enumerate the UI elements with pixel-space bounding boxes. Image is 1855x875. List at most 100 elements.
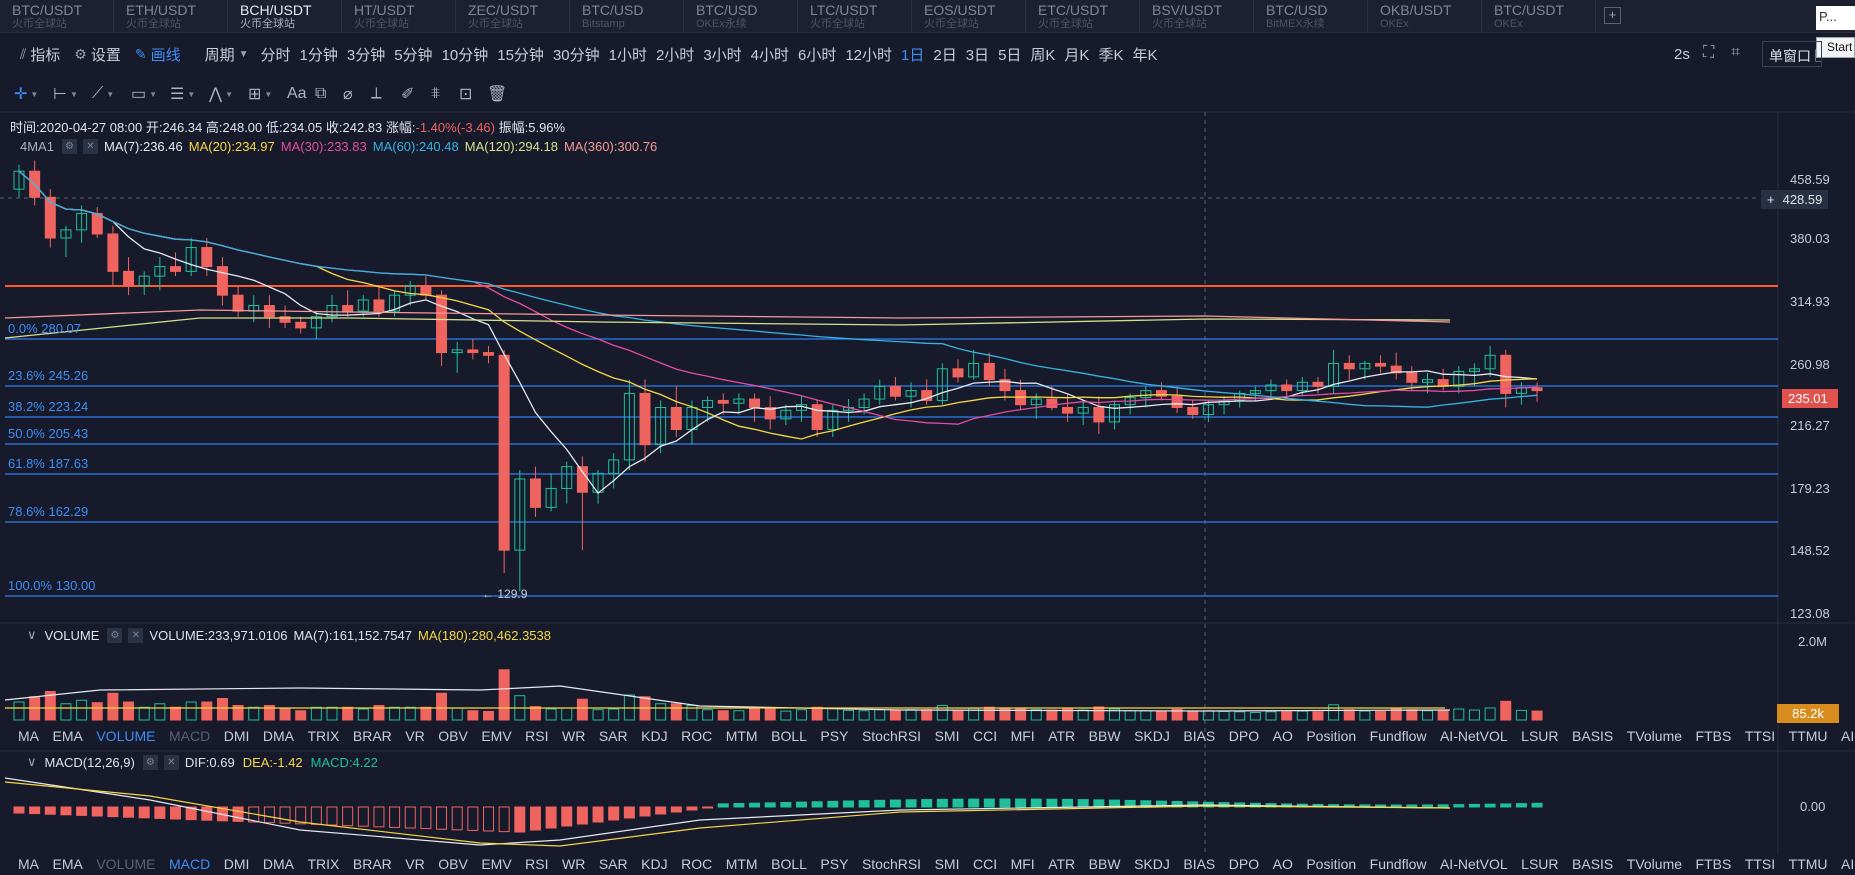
candle-body — [1406, 372, 1418, 383]
indicator-option[interactable]: StochRSI — [862, 856, 921, 872]
indicator-option[interactable]: BIAS — [1183, 728, 1215, 744]
macd-bar — [1422, 804, 1433, 808]
indicator-option[interactable]: TTSI — [1745, 728, 1775, 744]
indicator-option[interactable]: EMV — [481, 728, 511, 744]
macd-bar — [483, 806, 494, 832]
indicator-option[interactable]: MA — [18, 856, 39, 872]
macd-bar — [123, 806, 135, 818]
candle-body — [1500, 354, 1512, 394]
ohlc-change-value: -1.40%(-3.46) — [415, 120, 495, 135]
indicator-option[interactable]: LSUR — [1521, 728, 1558, 744]
indicator-option[interactable]: SAR — [599, 728, 628, 744]
indicator-option[interactable]: FTBS — [1696, 856, 1732, 872]
indicator-option[interactable]: BRAR — [353, 728, 392, 744]
ma-settings-icon[interactable]: ⚙ — [61, 139, 77, 154]
indicator-option[interactable]: OBV — [438, 856, 468, 872]
indicator-option[interactable]: MTM — [726, 728, 758, 744]
indicator-option[interactable]: ATR — [1048, 856, 1075, 872]
indicator-option[interactable]: BOLL — [771, 728, 807, 744]
indicator-option[interactable]: Fundflow — [1370, 856, 1427, 872]
indicator-option[interactable]: TVolume — [1627, 856, 1682, 872]
macd-close-icon[interactable]: ✕ — [163, 754, 179, 770]
indicator-option[interactable]: AI-NetVOL — [1440, 728, 1508, 744]
indicator-option[interactable]: WR — [562, 856, 585, 872]
indicator-option[interactable]: AO — [1273, 856, 1293, 872]
indicator-option[interactable]: KDJ — [641, 856, 667, 872]
indicator-option[interactable]: BBW — [1089, 856, 1121, 872]
indicator-option[interactable]: MA — [18, 728, 39, 744]
macd-settings-icon[interactable]: ⚙ — [142, 754, 158, 770]
indicator-option[interactable]: ROC — [681, 728, 712, 744]
indicator-option[interactable]: TTMU — [1789, 728, 1828, 744]
indicator-option[interactable]: SKDJ — [1134, 856, 1170, 872]
indicator-option[interactable]: WR — [562, 728, 585, 744]
indicator-option[interactable]: FTBS — [1696, 728, 1732, 744]
indicator-option[interactable]: TVolume — [1627, 728, 1682, 744]
indicator-option[interactable]: RSI — [525, 856, 548, 872]
indicator-option[interactable]: TTMU — [1789, 856, 1828, 872]
indicator-option[interactable]: SMI — [935, 856, 960, 872]
indicator-option[interactable]: MACD — [169, 728, 210, 744]
indicator-option[interactable]: PSY — [820, 856, 848, 872]
indicator-option[interactable]: AI-NetVOL — [1440, 856, 1508, 872]
indicator-option[interactable]: ATR — [1048, 728, 1075, 744]
indicator-option[interactable]: BASIS — [1572, 856, 1613, 872]
indicator-option[interactable]: Fundflow — [1370, 728, 1427, 744]
indicator-option[interactable]: CCI — [973, 728, 997, 744]
indicator-option[interactable]: MFI — [1011, 728, 1035, 744]
volume-bar — [874, 709, 886, 721]
macd-collapse-icon[interactable]: ∨ — [27, 754, 37, 770]
indicator-option[interactable]: EMA — [53, 728, 83, 744]
indicator-option[interactable]: SMI — [935, 728, 960, 744]
indicator-option[interactable]: DMA — [263, 728, 294, 744]
indicator-option[interactable]: TRIX — [308, 728, 340, 744]
indicator-option[interactable]: DMA — [263, 856, 294, 872]
indicator-option[interactable]: BRAR — [353, 856, 392, 872]
volume-close-icon[interactable]: ✕ — [128, 627, 144, 643]
indicator-option[interactable]: VR — [405, 728, 424, 744]
indicator-option[interactable]: PSY — [820, 728, 848, 744]
volume-settings-icon[interactable]: ⚙ — [107, 627, 123, 643]
indicator-option[interactable]: BASIS — [1572, 728, 1613, 744]
indicator-option[interactable]: VOLUME — [96, 856, 155, 872]
indicator-option[interactable]: EMA — [53, 856, 83, 872]
indicator-option[interactable]: AI-BSI — [1841, 856, 1855, 872]
indicator-option[interactable]: BIAS — [1183, 856, 1215, 872]
indicator-option[interactable]: AI-BSI — [1841, 728, 1855, 744]
volume-collapse-icon[interactable]: ∨ — [27, 627, 37, 643]
indicator-option[interactable]: TRIX — [308, 856, 340, 872]
indicator-option[interactable]: DPO — [1229, 856, 1259, 872]
indicator-option[interactable]: MACD — [169, 856, 210, 872]
volume-bar — [154, 703, 166, 721]
indicator-option[interactable]: BBW — [1089, 728, 1121, 744]
indicator-option[interactable]: BOLL — [771, 856, 807, 872]
ohlc-time: 时间:2020-04-27 08:00 — [10, 120, 143, 135]
indicator-option[interactable]: MTM — [726, 856, 758, 872]
indicator-option[interactable]: VR — [405, 856, 424, 872]
indicator-option[interactable]: KDJ — [641, 728, 667, 744]
volume-bar — [1312, 711, 1324, 721]
indicator-option[interactable]: MFI — [1011, 856, 1035, 872]
indicator-option[interactable]: DPO — [1229, 728, 1259, 744]
indicator-option[interactable]: SAR — [599, 856, 628, 872]
indicator-option[interactable]: AO — [1273, 728, 1293, 744]
indicator-option[interactable]: LSUR — [1521, 856, 1558, 872]
indicator-option[interactable]: RSI — [525, 728, 548, 744]
indicator-option[interactable]: Position — [1306, 856, 1356, 872]
ma-close-icon[interactable]: ✕ — [82, 139, 98, 154]
macd-legend: ∨ MACD(12,26,9) ⚙ ✕ DIF:0.69 DEA:-1.42 M… — [27, 754, 378, 770]
indicator-option[interactable]: ROC — [681, 856, 712, 872]
volume-bar — [326, 706, 338, 721]
volume-bar — [670, 703, 682, 721]
indicator-option[interactable]: DMI — [224, 728, 250, 744]
indicator-option[interactable]: TTSI — [1745, 856, 1775, 872]
indicator-option[interactable]: CCI — [973, 856, 997, 872]
indicator-option[interactable]: StochRSI — [862, 728, 921, 744]
indicator-option[interactable]: Position — [1306, 728, 1356, 744]
indicator-option[interactable]: SKDJ — [1134, 728, 1170, 744]
indicator-option[interactable]: EMV — [481, 856, 511, 872]
indicator-option[interactable]: DMI — [224, 856, 250, 872]
indicator-option[interactable]: OBV — [438, 728, 468, 744]
candle-body — [295, 321, 307, 329]
indicator-option[interactable]: VOLUME — [96, 728, 155, 744]
